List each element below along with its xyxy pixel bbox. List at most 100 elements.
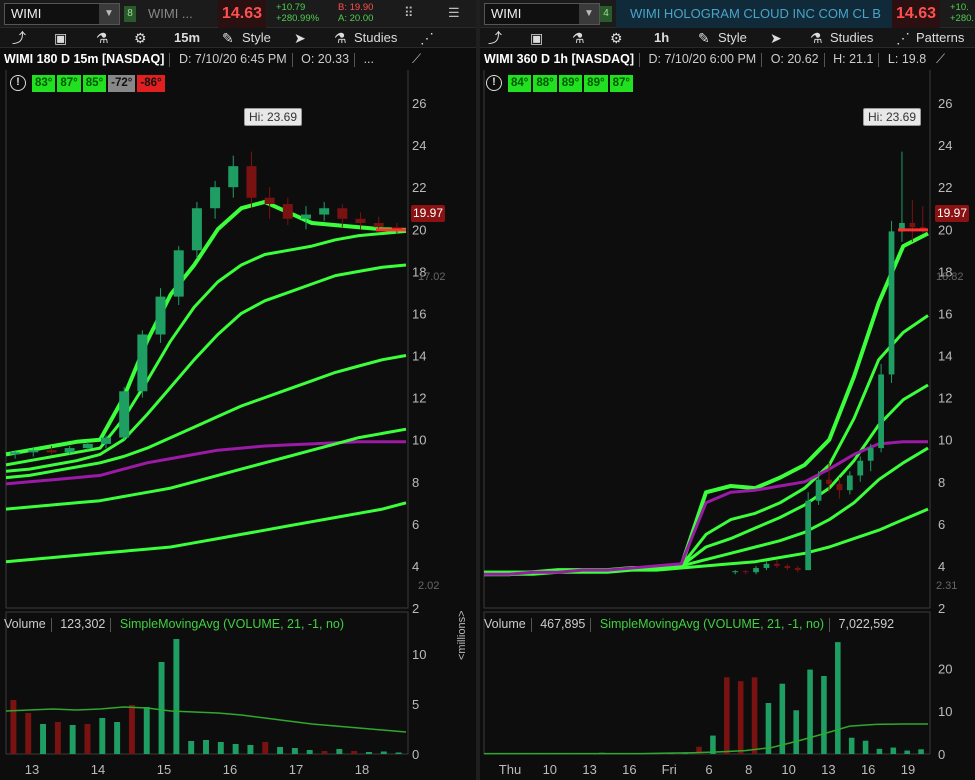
- c1-volume-bar: [765, 703, 772, 754]
- c1-y-tick-label: 22: [938, 180, 952, 195]
- left-last-price-label: 19.97: [411, 205, 446, 222]
- c0-x-tick-label: 14: [91, 762, 105, 777]
- grid-icon[interactable]: ⠿: [404, 5, 414, 21]
- cursor-icon[interactable]: ➤: [770, 28, 782, 48]
- c1-volume-tick-label: 10: [938, 704, 952, 719]
- c0-volume-bar: [84, 724, 91, 754]
- left-change: +10.79 +280.99%: [276, 2, 319, 24]
- c1-volume-sma-line: [484, 723, 928, 755]
- style-menu[interactable]: Style: [718, 28, 747, 48]
- c0-y-tick-label: 24: [412, 138, 426, 153]
- c0-candle-body: [119, 391, 130, 438]
- c0-volume-bar: [306, 750, 313, 754]
- c0-price-frame: [5, 70, 409, 609]
- c0-y-tick-label: 20: [412, 222, 426, 237]
- menu-icon[interactable]: ☰: [448, 5, 460, 21]
- share-icon[interactable]: ⤴: [488, 28, 502, 48]
- right-ghost-label-upper: 18.82: [936, 271, 964, 283]
- c1-candle-body: [836, 483, 843, 491]
- left-chart-info: WIMI 180 D 15m [NASDAQ] D: 7/10/20 6:45 …: [4, 49, 374, 69]
- studies-flask-icon[interactable]: ⚗: [334, 28, 347, 48]
- c0-candle-body: [264, 197, 275, 205]
- c0-volume-bar: [321, 751, 328, 754]
- c1-y-tick-label: 12: [938, 391, 952, 406]
- c1-candle-body: [867, 448, 874, 461]
- c1-ma-line-ma5: [484, 507, 929, 576]
- c0-candle-body: [28, 450, 39, 453]
- right-volume-label: Volume: [484, 617, 526, 631]
- gear-icon[interactable]: ⚙: [610, 28, 623, 48]
- c1-candle-body: [794, 568, 801, 571]
- c1-y-tick-label: 10: [938, 433, 952, 448]
- cursor-icon[interactable]: ➤: [294, 28, 306, 48]
- flask-icon[interactable]: ⚗: [96, 28, 109, 48]
- patterns-icon[interactable]: ⋰: [896, 28, 910, 48]
- c1-candle-body: [846, 475, 853, 491]
- c0-candle-body: [210, 187, 221, 209]
- right-description: WIMI HOLOGRAM CLOUD INC COM CL B: [616, 0, 892, 28]
- c1-candle-body: [763, 563, 770, 569]
- right-toolbar: ⤴ ▣ ⚗ ⚙ 1h ✎ Style ➤ ⚗ Studies ⋰ Pattern…: [480, 28, 975, 48]
- drawing-icon[interactable]: ⟋: [412, 51, 421, 67]
- style-menu[interactable]: Style: [242, 28, 271, 48]
- left-chart-open: O: 20.33: [301, 52, 350, 66]
- left-volume-value: 123,302: [60, 617, 106, 631]
- right-high-label: Hi: 23.69: [863, 108, 922, 126]
- left-volume-label: Volume: [4, 617, 46, 631]
- c0-volume-bar: [291, 748, 298, 754]
- right-chart-panel: WIMI ▼ 4 WIMI HOLOGRAM CLOUD INC COM CL …: [480, 0, 975, 780]
- c1-x-tick-label: 6: [705, 762, 712, 777]
- right-volume-value: 467,895: [540, 617, 586, 631]
- link-group-badge[interactable]: 8: [124, 6, 136, 22]
- calendar-icon[interactable]: ▣: [54, 28, 67, 48]
- right-price-chart[interactable]: 246810121416182022242601020Thu 10 13 16 Fri 6…: [480, 70, 975, 780]
- left-symbol-value: WIMI: [11, 6, 42, 21]
- patterns-menu[interactable]: Patterns: [916, 28, 964, 48]
- c1-price-frame: [483, 70, 931, 609]
- right-header: WIMI ▼ 4 WIMI HOLOGRAM CLOUD INC COM CL …: [480, 0, 975, 28]
- style-icon[interactable]: ✎: [222, 28, 234, 48]
- chevron-down-icon[interactable]: ▼: [99, 4, 119, 24]
- calendar-icon[interactable]: ▣: [530, 28, 543, 48]
- c0-x-tick-label: 13: [25, 762, 39, 777]
- c0-candle-body: [155, 296, 166, 335]
- c1-candle-body: [805, 500, 812, 571]
- c0-ma-line-ma1: [5, 199, 407, 457]
- left-price-chart[interactable]: 2468101214161820222426051013 14 15 16 17 18: [0, 70, 476, 780]
- c1-volume-bar: [835, 642, 841, 754]
- c1-candle-body: [774, 563, 780, 566]
- studies-menu[interactable]: Studies: [830, 28, 873, 48]
- chevron-down-icon[interactable]: ▼: [579, 4, 599, 24]
- c0-y-tick-label: 14: [412, 349, 426, 364]
- c1-y-tick-label: 4: [938, 559, 945, 574]
- timeframe-selector[interactable]: 1h: [654, 28, 669, 48]
- c0-candle-body: [10, 452, 21, 455]
- right-ghost-label-lower: 2.31: [936, 580, 958, 592]
- right-volume-sma-value: 7,022,592: [838, 617, 895, 631]
- c0-y-tick-label: 26: [412, 96, 426, 111]
- flask-icon[interactable]: ⚗: [572, 28, 585, 48]
- studies-flask-icon[interactable]: ⚗: [810, 28, 823, 48]
- c0-y-tick-label: 4: [412, 559, 419, 574]
- left-symbol-input[interactable]: WIMI ▼: [4, 3, 120, 25]
- left-high-label: Hi: 23.69: [244, 108, 303, 126]
- right-chart-info: WIMI 360 D 1h [NASDAQ] D: 7/10/20 6:00 P…: [484, 49, 926, 69]
- patterns-icon[interactable]: ⋰: [420, 28, 434, 48]
- share-icon[interactable]: ⤴: [12, 28, 26, 48]
- c0-volume-bar: [188, 741, 195, 754]
- drawing-icon[interactable]: ⟋: [936, 51, 945, 67]
- left-ghost-label-upper: 17.02: [418, 271, 446, 283]
- c1-x-tick-label: 19: [901, 762, 915, 777]
- studies-menu[interactable]: Studies: [354, 28, 397, 48]
- right-symbol-input[interactable]: WIMI ▼: [484, 3, 600, 25]
- c1-volume-bar: [904, 750, 910, 754]
- link-group-badge[interactable]: 4: [600, 6, 612, 22]
- gear-icon[interactable]: ⚙: [134, 28, 147, 48]
- c0-volume-bar: [173, 639, 180, 754]
- right-chart-low: L: 19.8: [887, 52, 927, 66]
- style-icon[interactable]: ✎: [698, 28, 710, 48]
- c0-volume-bar: [114, 722, 121, 754]
- right-symbol-value: WIMI: [491, 6, 522, 21]
- c0-volume-bar: [366, 752, 372, 754]
- timeframe-selector[interactable]: 15m: [174, 28, 200, 48]
